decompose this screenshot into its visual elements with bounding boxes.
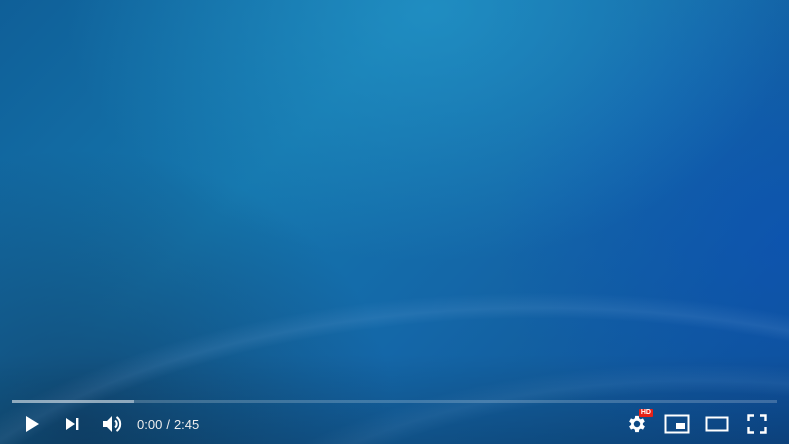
hd-badge: HD — [638, 409, 653, 417]
next-icon — [66, 418, 79, 430]
miniplayer-icon — [664, 414, 690, 434]
player-controls: 0:00 / 2:45 HD — [12, 406, 777, 442]
volume-icon — [103, 416, 122, 432]
fullscreen-button[interactable] — [737, 406, 777, 442]
play-button[interactable] — [12, 406, 52, 442]
video-player[interactable]: 0:00 / 2:45 HD — [0, 0, 789, 444]
time-separator: / — [166, 416, 170, 432]
settings-button[interactable]: HD — [617, 406, 657, 442]
right-controls: HD — [617, 406, 777, 442]
fullscreen-icon — [747, 414, 767, 434]
miniplayer-button[interactable] — [657, 406, 697, 442]
theater-mode-button[interactable] — [697, 406, 737, 442]
duration: 2:45 — [173, 416, 200, 432]
progress-buffered — [12, 400, 135, 403]
time-display: 0:00 / 2:45 — [137, 417, 199, 432]
play-icon — [26, 416, 39, 432]
current-time: 0:00 — [137, 416, 163, 432]
left-controls: 0:00 / 2:45 — [12, 406, 199, 442]
next-button[interactable] — [52, 406, 92, 442]
progress-bar[interactable] — [12, 400, 777, 403]
mute-button[interactable] — [92, 406, 132, 442]
theater-mode-icon — [705, 416, 729, 432]
